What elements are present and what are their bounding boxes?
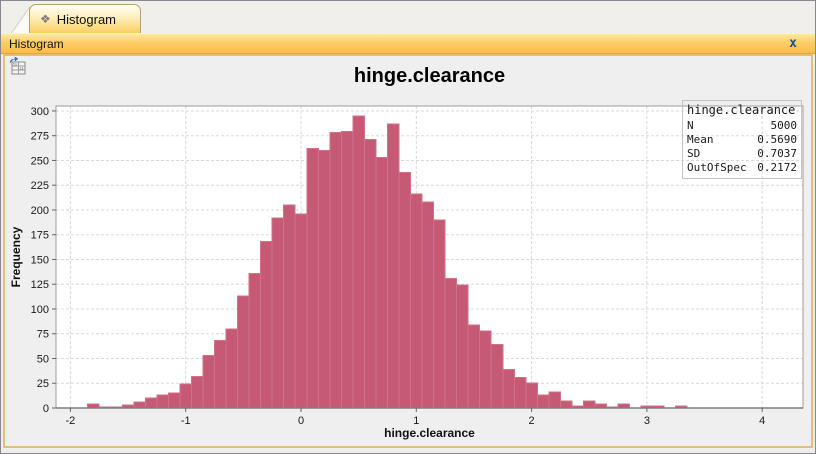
histogram-bar[interactable]: [190, 375, 204, 409]
histogram-bar[interactable]: [283, 204, 296, 409]
y-tick-label: 225: [31, 180, 49, 192]
x-axis-label: hinge.clearance: [384, 426, 475, 440]
histogram-bar[interactable]: [133, 401, 146, 409]
legend-stat-label: SD: [687, 147, 701, 160]
y-tick-label: 150: [31, 254, 49, 266]
legend-stat-label: N: [687, 119, 694, 132]
chart-title: hinge.clearance: [353, 65, 506, 87]
y-tick-label: 0: [43, 403, 49, 415]
y-tick-label: 175: [31, 230, 49, 242]
histogram-bar[interactable]: [502, 368, 515, 409]
stats-legend: hinge.clearance N 5000 Mean 0.5690 SD 0.…: [682, 100, 802, 179]
legend-stat-label: OutOfSpec: [687, 161, 747, 174]
histogram-bar[interactable]: [260, 241, 273, 409]
y-tick-label: 50: [37, 353, 49, 365]
histogram-bar[interactable]: [248, 272, 262, 409]
legend-stat-value: 0.2172: [757, 161, 797, 174]
y-tick-label: 125: [31, 279, 49, 291]
histogram-bar[interactable]: [271, 217, 285, 409]
histogram-bar[interactable]: [467, 324, 481, 409]
histogram-bar[interactable]: [456, 284, 469, 409]
legend-stat-value: 5000: [770, 119, 798, 132]
histogram-bar[interactable]: [410, 193, 423, 409]
histogram-bar[interactable]: [214, 340, 227, 409]
histogram-bar[interactable]: [548, 391, 561, 409]
legend-stat-label: Mean: [687, 133, 714, 146]
histogram-bar[interactable]: [317, 150, 331, 409]
histogram-bar[interactable]: [363, 139, 377, 409]
y-tick-label: 250: [31, 155, 49, 167]
histogram-bar[interactable]: [525, 382, 538, 409]
histogram-bar[interactable]: [513, 376, 527, 409]
legend-row: SD 0.7037: [687, 147, 797, 161]
app-window: ❖ Histogram Histogram x ts cs 0 25 50 75 100…: [0, 0, 816, 454]
histogram-bar[interactable]: [421, 201, 435, 409]
histogram-bar[interactable]: [179, 383, 192, 409]
legend-row: N 5000: [687, 119, 797, 133]
histogram-bar[interactable]: [167, 392, 181, 409]
legend-stat-value: 0.7037: [757, 147, 797, 160]
y-tick-label: 25: [37, 378, 49, 390]
legend-row: OutOfSpec 0.2172: [687, 161, 797, 175]
histogram-bar[interactable]: [386, 123, 400, 409]
histogram-bar[interactable]: [433, 219, 446, 409]
histogram-bar[interactable]: [156, 394, 169, 409]
histogram-bar[interactable]: [490, 344, 504, 409]
y-tick-label: 300: [31, 106, 49, 118]
legend-stat-value: 0.5690: [757, 133, 797, 146]
histogram-bar[interactable]: [306, 148, 319, 409]
histogram-bar[interactable]: [536, 394, 550, 409]
y-tick-label: 100: [31, 304, 49, 316]
histogram-bar[interactable]: [294, 213, 308, 409]
y-tick-label: 275: [31, 131, 49, 143]
histogram-bar[interactable]: [202, 355, 216, 409]
y-tick-label: 200: [31, 205, 49, 217]
histogram-bar[interactable]: [144, 397, 158, 409]
histogram-bar[interactable]: [340, 131, 354, 409]
histogram-bar[interactable]: [398, 171, 412, 409]
histogram-bar[interactable]: [444, 277, 458, 409]
histogram-bar[interactable]: [329, 132, 342, 409]
histogram-bar[interactable]: [237, 295, 250, 409]
y-tick-label: 75: [37, 329, 49, 341]
histogram-bar[interactable]: [225, 328, 239, 409]
histogram-bar[interactable]: [375, 156, 388, 409]
legend-row: Mean 0.5690: [687, 133, 797, 147]
legend-title: hinge.clearance: [687, 103, 796, 117]
histogram-bar[interactable]: [559, 400, 573, 409]
histogram-bar[interactable]: [582, 400, 596, 409]
y-axis-label: Frequency: [9, 226, 23, 288]
histogram-bar[interactable]: [479, 330, 492, 409]
histogram-bar[interactable]: [352, 115, 365, 409]
